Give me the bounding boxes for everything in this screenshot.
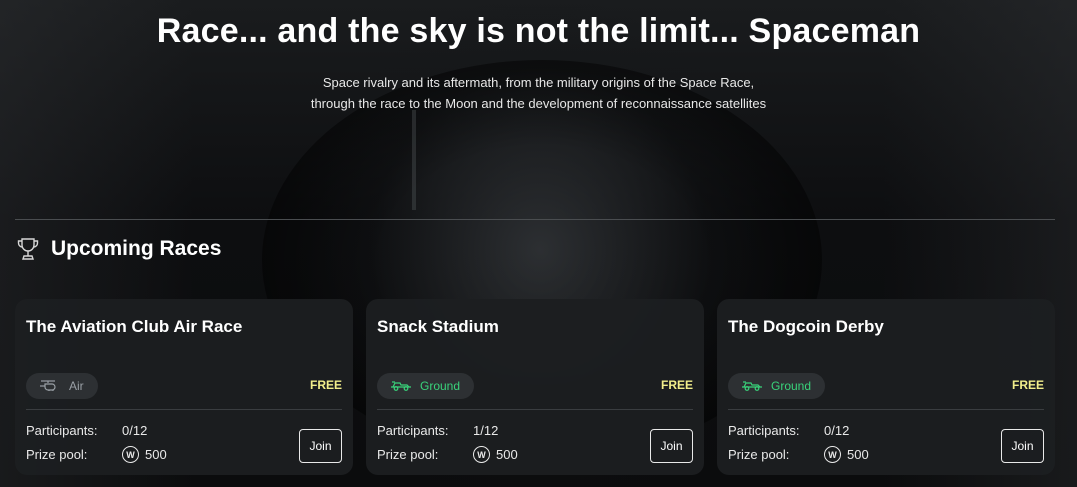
coin-icon: W [122, 446, 139, 463]
race-car-icon [390, 379, 412, 394]
join-button[interactable]: Join [1001, 429, 1044, 463]
participants-value: 1/12 [473, 423, 499, 438]
prize-pool-value-group: W 500 [122, 446, 167, 463]
trophy-icon [17, 237, 39, 261]
prize-pool-value-group: W 500 [824, 446, 869, 463]
join-button[interactable]: Join [650, 429, 693, 463]
race-category-label: Ground [771, 379, 812, 393]
prize-pool-row: Prize pool: W 500 [728, 446, 869, 463]
participants-row: Participants: 1/12 [377, 423, 498, 438]
subtitle-line-2: through the race to the Moon and the dev… [310, 96, 767, 111]
prize-pool-value: 500 [145, 447, 167, 462]
page-subtitle: Space rivalry and its aftermath, from th… [0, 72, 1077, 114]
prize-pool-row: Prize pool: W 500 [26, 446, 167, 463]
participants-value: 0/12 [122, 423, 148, 438]
race-title: The Aviation Club Air Race [26, 317, 243, 336]
coin-icon: W [473, 446, 490, 463]
participants-label: Participants: [377, 423, 449, 438]
race-car-icon [741, 379, 763, 394]
helicopter-icon [39, 379, 61, 394]
race-title: Snack Stadium [377, 317, 499, 336]
prize-pool-value: 500 [496, 447, 518, 462]
prize-pool-value: 500 [847, 447, 869, 462]
race-category-badge: Ground [377, 373, 475, 399]
race-category-badge: Air [26, 373, 98, 399]
section-header: Upcoming Races [17, 237, 221, 261]
subtitle-line-1: Space rivalry and its aftermath, from th… [322, 75, 755, 90]
race-card: Snack Stadium Ground FREE Participants: … [366, 299, 704, 475]
participants-value: 0/12 [824, 423, 850, 438]
join-button[interactable]: Join [299, 429, 342, 463]
prize-pool-label: Prize pool: [728, 447, 790, 462]
race-title: The Dogcoin Derby [728, 317, 884, 336]
prize-pool-label: Prize pool: [26, 447, 88, 462]
race-category-badge: Ground [728, 373, 826, 399]
race-card: The Dogcoin Derby Ground FREE Participan… [717, 299, 1055, 475]
card-divider [26, 409, 342, 410]
prize-pool-value-group: W 500 [473, 446, 518, 463]
race-category-label: Ground [420, 379, 461, 393]
coin-icon: W [824, 446, 841, 463]
participants-row: Participants: 0/12 [728, 423, 849, 438]
card-divider [728, 409, 1044, 410]
race-card: The Aviation Club Air Race Air FREE Part… [15, 299, 353, 475]
divider [15, 219, 1055, 220]
race-price: FREE [309, 378, 342, 392]
page-title: Race... and the sky is not the limit... … [156, 12, 921, 50]
race-category-label: Air [69, 379, 84, 393]
card-divider [377, 409, 693, 410]
participants-label: Participants: [26, 423, 98, 438]
participants-row: Participants: 0/12 [26, 423, 147, 438]
prize-pool-label: Prize pool: [377, 447, 439, 462]
prize-pool-row: Prize pool: W 500 [377, 446, 518, 463]
race-price: FREE [1011, 378, 1044, 392]
race-price: FREE [660, 378, 693, 392]
section-title: Upcoming Races [51, 237, 222, 260]
participants-label: Participants: [728, 423, 800, 438]
